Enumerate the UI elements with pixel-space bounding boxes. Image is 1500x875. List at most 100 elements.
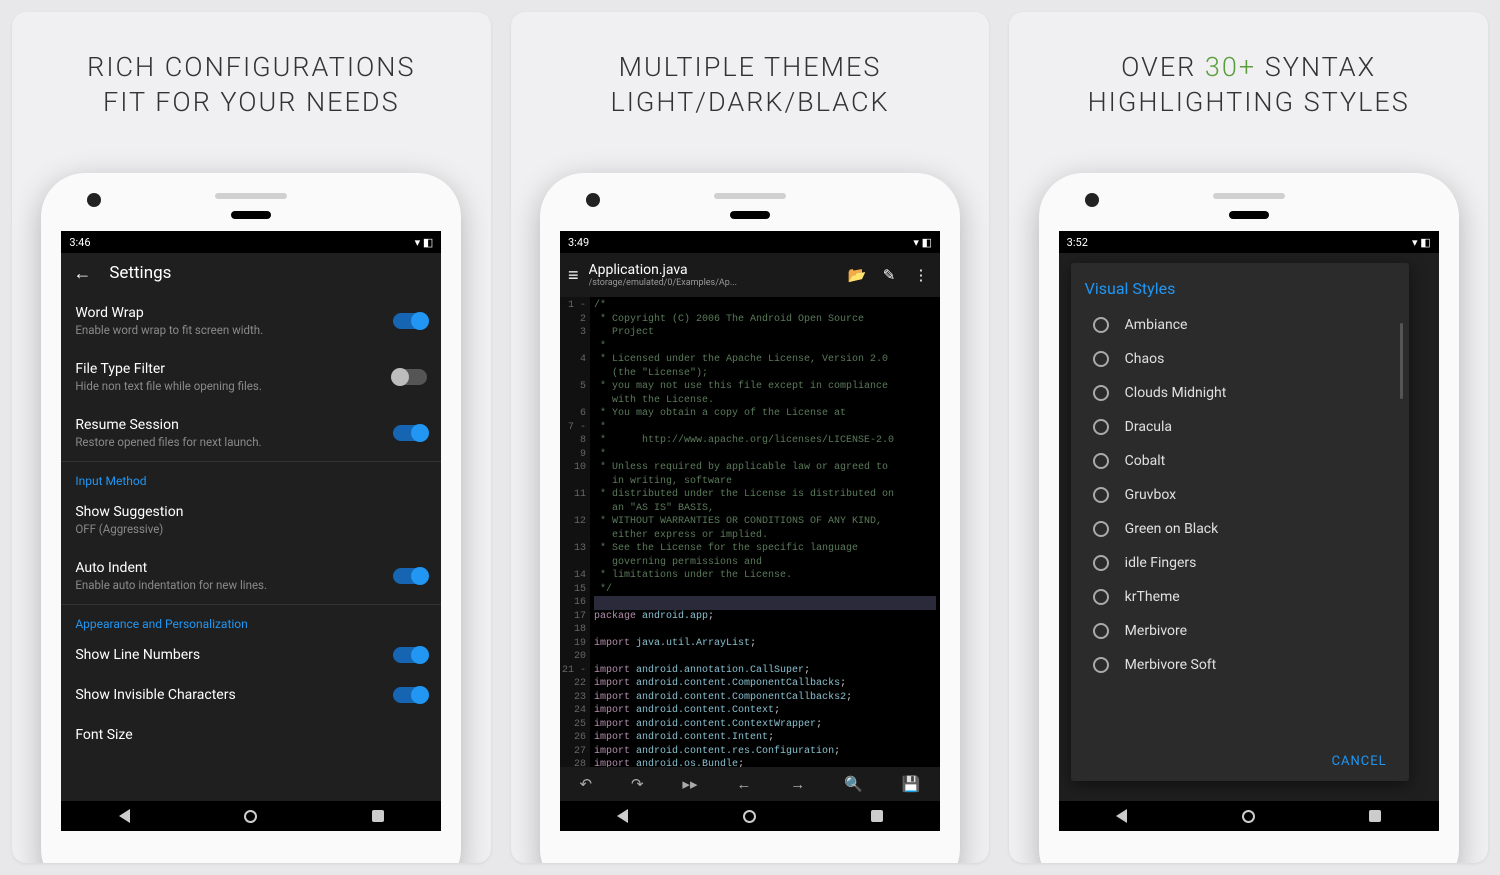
next-icon[interactable]: → bbox=[790, 775, 805, 793]
code-editor[interactable]: 1 -234567 -89101112131415161718192021 -2… bbox=[560, 297, 940, 767]
nav-home-icon[interactable] bbox=[244, 810, 257, 823]
radio-icon[interactable] bbox=[1093, 453, 1109, 469]
status-icons: ▾ ◧ bbox=[913, 236, 932, 249]
setting-show-suggestion[interactable]: Show Suggestion OFF (Aggressive) bbox=[61, 492, 441, 548]
nav-back-icon[interactable] bbox=[1116, 809, 1127, 823]
style-option[interactable]: Chaos bbox=[1085, 342, 1395, 376]
style-name: Cobalt bbox=[1125, 453, 1166, 469]
android-navbar bbox=[1059, 801, 1439, 831]
setting-invisible-chars[interactable]: Show Invisible Characters bbox=[61, 675, 441, 715]
style-option[interactable]: Green on Black bbox=[1085, 512, 1395, 546]
radio-icon[interactable] bbox=[1093, 657, 1109, 673]
source-lines[interactable]: /* * Copyright (C) 2006 The Android Open… bbox=[590, 297, 940, 767]
radio-icon[interactable] bbox=[1093, 487, 1109, 503]
nav-recents-icon[interactable] bbox=[372, 810, 384, 822]
scrollbar[interactable] bbox=[1400, 323, 1403, 399]
camera-dot bbox=[1085, 193, 1099, 207]
save-icon[interactable]: 💾 bbox=[902, 775, 921, 793]
radio-icon[interactable] bbox=[1093, 555, 1109, 571]
skip-icon[interactable]: ▸▸ bbox=[682, 775, 697, 793]
style-name: Clouds Midnight bbox=[1125, 385, 1227, 401]
overflow-icon[interactable]: ⋮ bbox=[910, 266, 932, 284]
style-name: idle Fingers bbox=[1125, 555, 1197, 571]
speaker-grille bbox=[1213, 193, 1285, 199]
toggle-resume-session[interactable] bbox=[393, 425, 427, 441]
setting-word-wrap[interactable]: Word Wrap Enable word wrap to fit screen… bbox=[61, 293, 441, 349]
screen-styles-dialog: 3:52 ▾ ◧ InSOAEASSF1VPTDA Visual Styles … bbox=[1059, 231, 1439, 831]
style-option[interactable]: Gruvbox bbox=[1085, 478, 1395, 512]
speaker-grille bbox=[215, 193, 287, 199]
notch bbox=[730, 211, 770, 219]
nav-home-icon[interactable] bbox=[1242, 810, 1255, 823]
style-option[interactable]: Cobalt bbox=[1085, 444, 1395, 478]
setting-line-numbers[interactable]: Show Line Numbers bbox=[61, 635, 441, 675]
toggle-auto-indent[interactable] bbox=[393, 568, 427, 584]
notch bbox=[1229, 211, 1269, 219]
redo-icon[interactable]: ↷ bbox=[631, 775, 644, 793]
setting-resume-session[interactable]: Resume Session Restore opened files for … bbox=[61, 405, 441, 461]
panel-title-3: OVER 30+ SYNTAX HIGHLIGHTING STYLES bbox=[1088, 50, 1410, 120]
panel-title-2: MULTIPLE THEMES LIGHT/DARK/BLACK bbox=[610, 50, 889, 120]
status-time: 3:52 bbox=[1067, 236, 1088, 249]
line-gutter: 1 -234567 -89101112131415161718192021 -2… bbox=[560, 297, 590, 767]
style-list[interactable]: Ambiance Chaos Clouds Midnight Dracula Cobal… bbox=[1085, 308, 1395, 746]
toggle-line-numbers[interactable] bbox=[393, 647, 427, 663]
radio-icon[interactable] bbox=[1093, 521, 1109, 537]
toggle-invisible-chars[interactable] bbox=[393, 687, 427, 703]
style-name: Gruvbox bbox=[1125, 487, 1176, 503]
undo-icon[interactable]: ↶ bbox=[579, 775, 592, 793]
style-name: Ambiance bbox=[1125, 317, 1188, 333]
back-icon[interactable]: ← bbox=[73, 263, 91, 284]
dialog-title: Visual Styles bbox=[1085, 279, 1395, 298]
nav-back-icon[interactable] bbox=[119, 809, 130, 823]
style-name: Chaos bbox=[1125, 351, 1165, 367]
menu-icon[interactable]: ≡ bbox=[568, 265, 579, 286]
status-time: 3:49 bbox=[568, 236, 589, 249]
radio-icon[interactable] bbox=[1093, 317, 1109, 333]
cancel-button[interactable]: CANCEL bbox=[1332, 754, 1387, 769]
style-option[interactable]: Merbivore Soft bbox=[1085, 648, 1395, 682]
search-icon[interactable]: 🔍 bbox=[844, 775, 863, 793]
style-option[interactable]: Ambiance bbox=[1085, 308, 1395, 342]
phone-frame-2: 3:49 ▾ ◧ ≡ Application.java /storage/emu… bbox=[540, 173, 960, 863]
style-option[interactable]: idle Fingers bbox=[1085, 546, 1395, 580]
camera-dot bbox=[586, 193, 600, 207]
setting-file-type-filter[interactable]: File Type Filter Hide non text file whil… bbox=[61, 349, 441, 405]
editor-toolbar: ≡ Application.java /storage/emulated/0/E… bbox=[560, 253, 940, 297]
radio-icon[interactable] bbox=[1093, 623, 1109, 639]
phone-frame-3: 3:52 ▾ ◧ InSOAEASSF1VPTDA Visual Styles … bbox=[1039, 173, 1459, 863]
nav-recents-icon[interactable] bbox=[871, 810, 883, 822]
edit-icon[interactable]: ✎ bbox=[878, 266, 900, 284]
style-option[interactable]: Clouds Midnight bbox=[1085, 376, 1395, 410]
section-input-method: Input Method bbox=[61, 462, 441, 492]
radio-icon[interactable] bbox=[1093, 385, 1109, 401]
speaker-grille bbox=[714, 193, 786, 199]
nav-recents-icon[interactable] bbox=[1369, 810, 1381, 822]
prev-icon[interactable]: ← bbox=[736, 775, 751, 793]
panel-title-1: RICH CONFIGURATIONS FIT FOR YOUR NEEDS bbox=[87, 50, 415, 120]
setting-font-size[interactable]: Font Size bbox=[61, 715, 441, 755]
style-option[interactable]: Dracula bbox=[1085, 410, 1395, 444]
open-file-icon[interactable]: 📂 bbox=[846, 266, 868, 284]
nav-home-icon[interactable] bbox=[743, 810, 756, 823]
style-name: Merbivore bbox=[1125, 623, 1187, 639]
promo-panel-3: OVER 30+ SYNTAX HIGHLIGHTING STYLES 3:52… bbox=[1009, 12, 1488, 863]
setting-auto-indent[interactable]: Auto Indent Enable auto indentation for … bbox=[61, 548, 441, 604]
promo-panel-2: MULTIPLE THEMES LIGHT/DARK/BLACK 3:49 ▾ … bbox=[511, 12, 990, 863]
visual-styles-dialog: Visual Styles Ambiance Chaos Clouds Midnig… bbox=[1071, 263, 1409, 781]
status-bar: 3:49 ▾ ◧ bbox=[560, 231, 940, 253]
status-icons: ▾ ◧ bbox=[1412, 236, 1431, 249]
phone-frame-1: 3:46 ▾ ◧ ← Settings Word Wrap Enable wor… bbox=[41, 173, 461, 863]
style-option[interactable]: Merbivore bbox=[1085, 614, 1395, 648]
radio-icon[interactable] bbox=[1093, 419, 1109, 435]
toggle-word-wrap[interactable] bbox=[393, 313, 427, 329]
status-icons: ▾ ◧ bbox=[415, 236, 434, 249]
promo-panel-1: RICH CONFIGURATIONS FIT FOR YOUR NEEDS 3… bbox=[12, 12, 491, 863]
toggle-file-type-filter[interactable] bbox=[393, 369, 427, 385]
nav-back-icon[interactable] bbox=[617, 809, 628, 823]
settings-list[interactable]: Word Wrap Enable word wrap to fit screen… bbox=[61, 293, 441, 801]
style-option[interactable]: krTheme bbox=[1085, 580, 1395, 614]
file-title: Application.java bbox=[589, 262, 836, 278]
radio-icon[interactable] bbox=[1093, 351, 1109, 367]
radio-icon[interactable] bbox=[1093, 589, 1109, 605]
